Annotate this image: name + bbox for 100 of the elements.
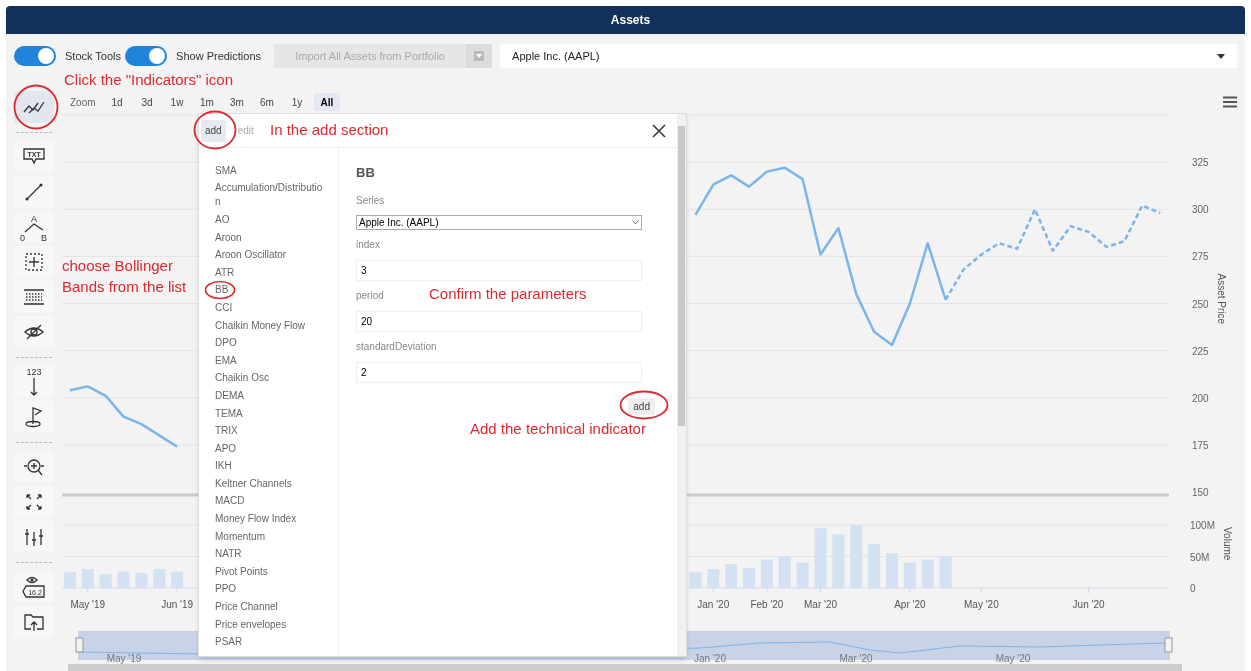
indicator-list-item[interactable]: DPO — [215, 334, 325, 352]
axis-tick-label: Mar '20 — [804, 599, 838, 610]
indicator-list-item[interactable]: DEMA — [215, 387, 325, 405]
highlight-circle — [619, 390, 669, 420]
navigator-handle[interactable] — [75, 637, 84, 653]
axis-tick-label: 200 — [1192, 392, 1209, 404]
axis-tick-label: 175 — [1192, 439, 1209, 451]
toggle-switch[interactable] — [125, 46, 168, 66]
indicator-list-item[interactable]: MACD — [215, 492, 325, 511]
annotation-text: In the add section — [270, 120, 389, 140]
indicator-list-item[interactable]: Keltner Channels — [215, 475, 325, 493]
input-field[interactable]: 3 — [356, 260, 642, 281]
flag-icon — [23, 406, 45, 428]
indicator-list-item[interactable]: Chaikin Money Flow — [215, 316, 325, 335]
highlight-circle — [13, 84, 59, 130]
indicators-icon — [23, 99, 45, 115]
axis-tick-label: Apr '20 — [894, 599, 926, 610]
tool-button[interactable] — [14, 316, 54, 348]
axis-tick-label: 0 — [1190, 583, 1196, 594]
indicator-list-item[interactable]: Money Flow Index — [215, 510, 325, 528]
series-select[interactable]: Apple Inc. (AAPL) — [356, 215, 642, 230]
crosshair-icon — [24, 252, 44, 272]
indicator-list-item[interactable]: AO — [215, 211, 325, 229]
toggle-switch[interactable] — [14, 46, 56, 66]
range-button[interactable]: 1w — [164, 93, 190, 111]
indicator-list-item[interactable]: PPO — [215, 580, 325, 599]
indicator-list-item[interactable]: APO — [215, 439, 325, 458]
navigator-label: May '19 — [106, 653, 142, 664]
range-button[interactable]: 1m — [194, 93, 220, 111]
annotation-text: choose Bollinger Bands from the list — [62, 256, 188, 297]
adjust-bars-icon — [23, 526, 45, 548]
fullscreen-icon — [25, 493, 43, 511]
scrollbar[interactable] — [68, 664, 1182, 671]
indicator-list-item[interactable]: SMA — [215, 162, 325, 180]
indicator-list-item[interactable]: Chaikin Osc — [215, 369, 325, 388]
annotation-text: Add the technical indicator — [470, 419, 646, 439]
axis-tick-label: 250 — [1192, 298, 1209, 310]
indicator-list-item[interactable]: ATR — [215, 263, 325, 282]
indicator-list-item[interactable]: TEMA — [215, 404, 325, 423]
axis-title: Volume — [1222, 527, 1233, 561]
axis-tick-label: 300 — [1192, 204, 1209, 216]
tool-button[interactable] — [14, 281, 54, 313]
dialog-tab[interactable]: add — [201, 119, 226, 142]
tool-button[interactable] — [14, 486, 54, 518]
range-button[interactable]: 6m — [254, 93, 280, 111]
line-icon — [24, 182, 44, 202]
navigator-label: May '20 — [995, 653, 1031, 664]
indicator-list-item[interactable]: PSAR — [215, 633, 325, 652]
menu-icon[interactable] — [1223, 96, 1237, 108]
window-title: Assets — [610, 12, 651, 29]
navigator-handle[interactable] — [1164, 637, 1173, 653]
axis-tick-label: Jan '20 — [697, 599, 730, 610]
indicator-list-item[interactable]: EMA — [215, 351, 325, 370]
indicator-list-item[interactable]: Pivot Points — [215, 563, 325, 581]
tool-button[interactable] — [14, 451, 54, 483]
axis-tick-label: 150 — [1192, 487, 1209, 498]
tool-button[interactable] — [14, 91, 54, 123]
navigator-label: Mar '20 — [839, 653, 873, 664]
field-label: period — [356, 289, 384, 303]
zoom-icon — [22, 457, 46, 477]
tool-button[interactable]: A 0 B — [14, 211, 54, 243]
indicator-list-item[interactable]: Aroon — [215, 228, 325, 247]
tool-button[interactable] — [14, 401, 54, 433]
indicator-list-item[interactable]: Momentum — [215, 527, 325, 546]
indicator-list-item[interactable]: CCI — [215, 299, 325, 317]
tool-button[interactable] — [14, 606, 54, 638]
tool-button[interactable]: 123 — [14, 366, 54, 398]
add-button[interactable]: add — [628, 398, 655, 415]
close-icon[interactable] — [652, 123, 666, 138]
axis-tick-label: 325 — [1192, 157, 1209, 169]
tool-button[interactable] — [14, 246, 54, 278]
axis-tick-label: Jun '19 — [161, 599, 194, 610]
zoom-label: Zoom — [70, 95, 97, 110]
indicator-list-item[interactable]: Price Channel — [215, 598, 325, 616]
range-button[interactable]: All — [314, 93, 340, 111]
indicator-list-item[interactable]: NATR — [215, 545, 325, 564]
axis-tick-label: Jun '20 — [1072, 599, 1105, 610]
scrollbar[interactable] — [677, 114, 686, 656]
axis-tick-label: May '20 — [964, 599, 999, 610]
asset-select[interactable]: Apple Inc. (AAPL) — [500, 44, 1237, 68]
indicator-list-item[interactable]: Aroon Oscillator — [215, 246, 325, 264]
indicator-list-item[interactable]: BB — [215, 281, 325, 300]
indicator-list-item[interactable]: TRIX — [215, 422, 325, 440]
annotation-text: Click the "Indicators" icon — [64, 70, 234, 90]
folder-upload-icon — [23, 612, 45, 632]
indicator-list-item[interactable]: IKH — [215, 457, 325, 476]
axis-tick-label: 275 — [1192, 251, 1209, 263]
input-field[interactable]: 20 — [356, 311, 642, 332]
indicator-list-item[interactable]: Price envelopes — [215, 615, 325, 634]
range-button[interactable]: 1d — [104, 93, 130, 111]
range-button[interactable]: 1y — [284, 93, 310, 111]
axis-tick-label: Feb '20 — [750, 599, 784, 610]
indicator-list-item[interactable]: Accumulation/Distribution — [215, 179, 325, 212]
eye-off-icon — [23, 323, 45, 341]
axis-tick-label: 100M — [1190, 520, 1215, 531]
range-button[interactable]: 3d — [134, 93, 160, 111]
navigator-label: Jan '20 — [694, 653, 726, 664]
range-button[interactable]: 3m — [224, 93, 250, 111]
input-field[interactable]: 2 — [356, 362, 642, 383]
grid-icon — [23, 288, 45, 306]
